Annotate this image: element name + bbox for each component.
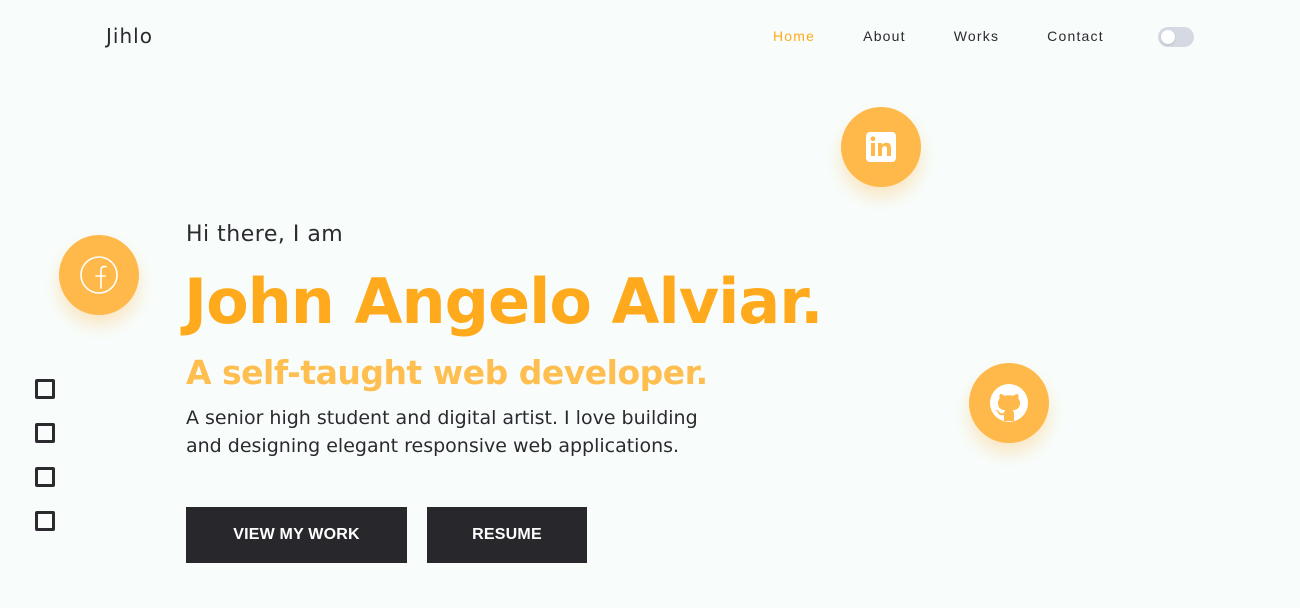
facebook-button[interactable] — [59, 235, 139, 315]
github-icon — [990, 384, 1028, 422]
section-indicators — [35, 379, 55, 555]
theme-toggle[interactable] — [1158, 27, 1194, 47]
hero-bio: A senior high student and digital artist… — [186, 404, 746, 460]
linkedin-icon — [866, 132, 896, 162]
site-logo[interactable]: Jihlo — [106, 24, 153, 48]
github-button[interactable] — [969, 363, 1049, 443]
nav-link-home[interactable]: Home — [773, 28, 815, 44]
toggle-knob — [1161, 30, 1175, 44]
hero-tagline: A self-taught web developer. — [186, 353, 708, 392]
hero-bio-line-1: A senior high student and digital artist… — [186, 407, 698, 429]
nav-link-about[interactable]: About — [863, 28, 906, 44]
nav-link-contact[interactable]: Contact — [1047, 28, 1104, 44]
main-nav: Home About Works Contact — [773, 28, 1152, 44]
hero-name: John Angelo Alviar. — [184, 265, 824, 338]
linkedin-button[interactable] — [841, 107, 921, 187]
resume-button[interactable]: RESUME — [427, 507, 587, 563]
section-indicator-2[interactable] — [35, 423, 55, 443]
hero-bio-line-2: and designing elegant responsive web app… — [186, 435, 680, 457]
section-indicator-1[interactable] — [35, 379, 55, 399]
view-my-work-button[interactable]: VIEW MY WORK — [186, 507, 407, 563]
facebook-icon — [80, 256, 118, 294]
nav-link-works[interactable]: Works — [954, 28, 999, 44]
section-indicator-4[interactable] — [35, 511, 55, 531]
section-indicator-3[interactable] — [35, 467, 55, 487]
hero-greeting: Hi there, I am — [186, 222, 344, 247]
